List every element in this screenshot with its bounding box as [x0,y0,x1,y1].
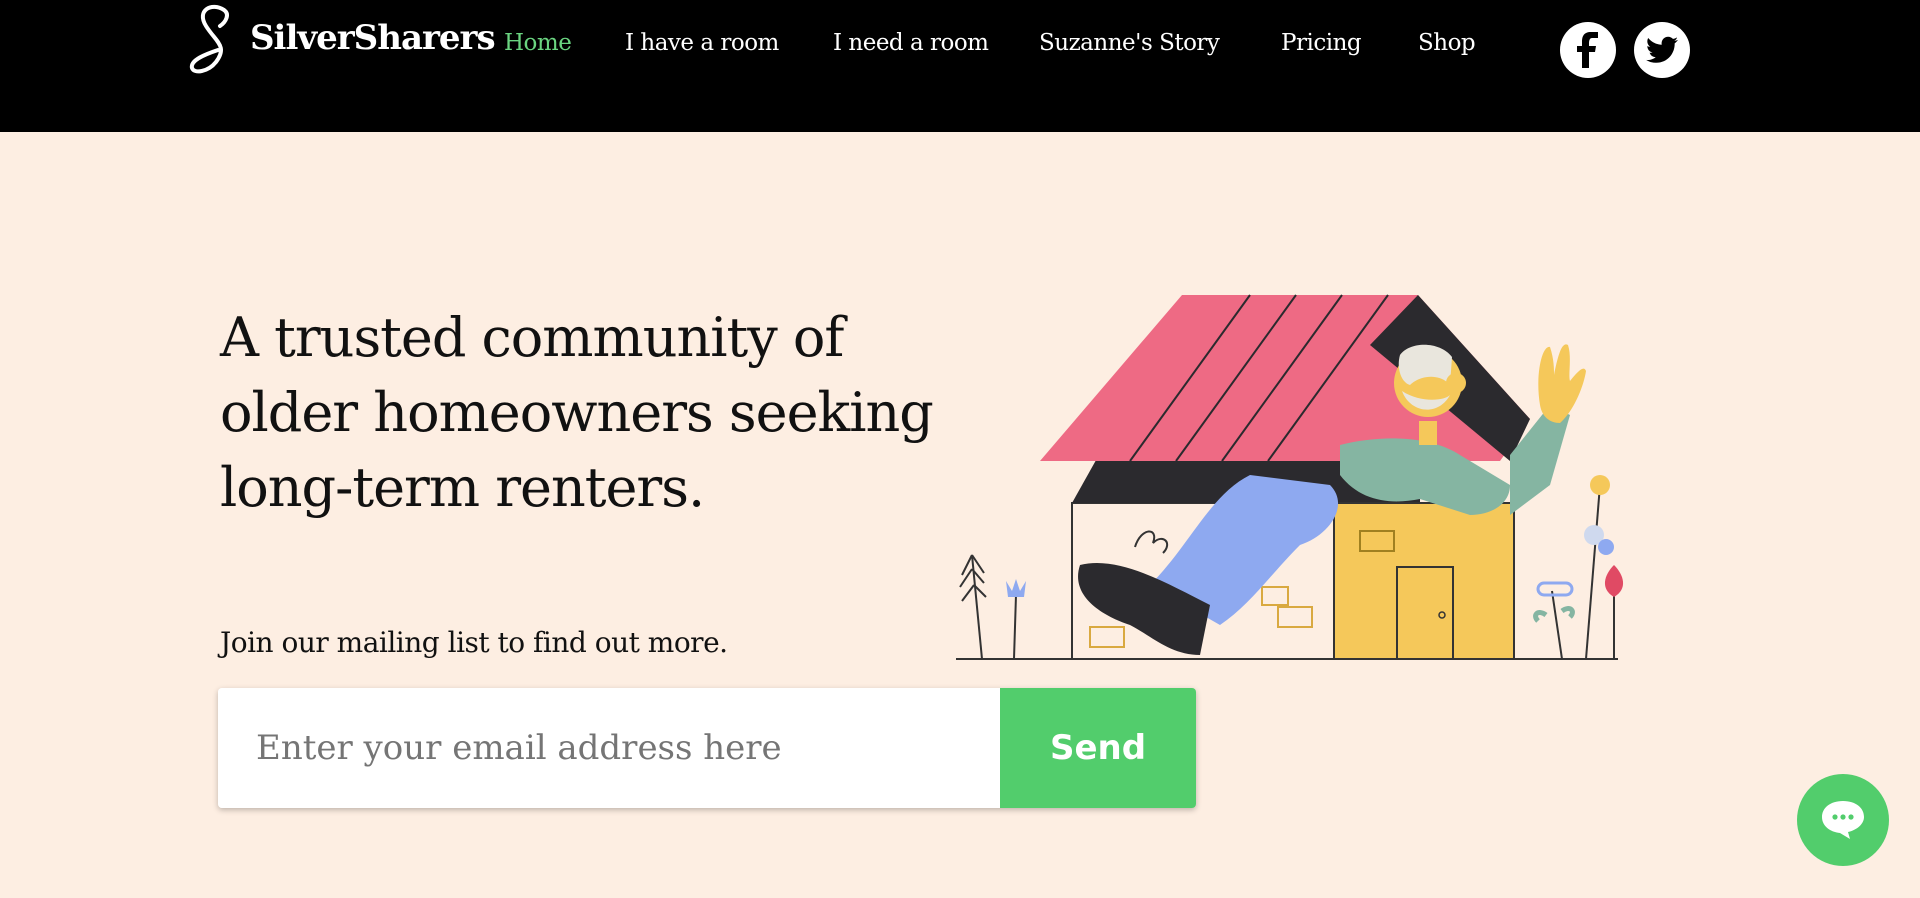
house-illustration [956,294,1624,660]
facebook-icon [1577,32,1598,68]
brand-name: SilverSharers [250,18,496,58]
email-input[interactable] [218,688,1000,808]
facebook-link[interactable] [1560,22,1616,78]
twitter-icon [1646,36,1678,63]
nav-home[interactable]: Home [504,30,572,56]
mailing-list-prompt: Join our mailing list to find out more. [220,626,728,659]
hero-headline: A trusted community of older homeowners … [220,306,934,519]
top-navigation-bar: SilverSharers Home I have a room I need … [0,0,1920,132]
chat-widget-button[interactable] [1797,774,1889,866]
nav-shop[interactable]: Shop [1418,30,1476,56]
mailing-list-form: Send [218,688,1196,808]
twitter-link[interactable] [1634,22,1690,78]
chat-icon [1822,801,1864,839]
nav-i-have-a-room[interactable]: I have a room [625,30,779,56]
nav-suzannes-story[interactable]: Suzanne's Story [1039,30,1220,56]
nav-i-need-a-room[interactable]: I need a room [833,30,989,56]
nav-pricing[interactable]: Pricing [1281,30,1362,56]
send-button[interactable]: Send [1000,688,1196,808]
logo-s-icon [189,4,229,74]
